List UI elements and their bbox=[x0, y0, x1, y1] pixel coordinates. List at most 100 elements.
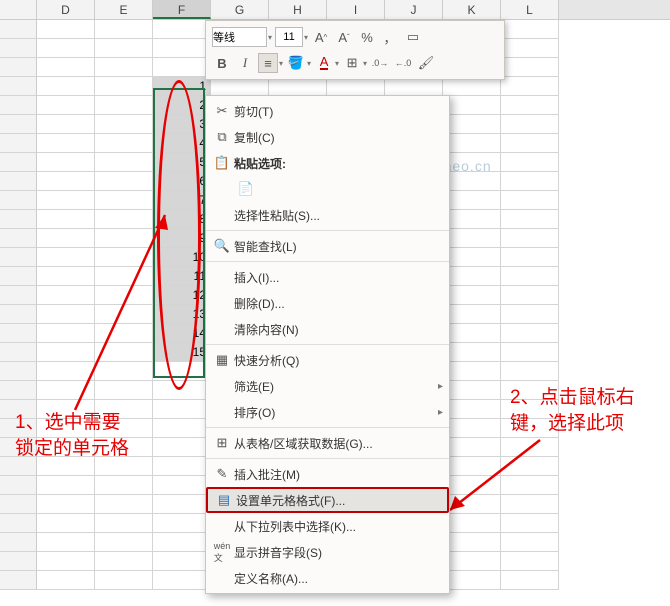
cell[interactable] bbox=[95, 495, 153, 514]
cell[interactable] bbox=[443, 400, 501, 419]
cell[interactable] bbox=[443, 248, 501, 267]
cell[interactable] bbox=[37, 115, 95, 134]
menu-format-cells[interactable]: ▤设置单元格格式(F)... bbox=[206, 487, 449, 513]
cell[interactable] bbox=[95, 115, 153, 134]
cell[interactable]: 14 bbox=[153, 324, 211, 343]
cell[interactable] bbox=[501, 20, 559, 39]
cell[interactable] bbox=[501, 533, 559, 552]
cell[interactable] bbox=[95, 58, 153, 77]
col-header-G[interactable]: G bbox=[211, 0, 269, 19]
cell[interactable] bbox=[443, 267, 501, 286]
cell[interactable] bbox=[443, 571, 501, 590]
cell[interactable] bbox=[501, 362, 559, 381]
cell[interactable]: 7 bbox=[153, 191, 211, 210]
menu-clear[interactable]: 清除内容(N) bbox=[206, 316, 449, 342]
cell[interactable] bbox=[95, 39, 153, 58]
cell[interactable] bbox=[443, 210, 501, 229]
percent-icon[interactable]: % bbox=[357, 27, 377, 47]
cell[interactable]: 6 bbox=[153, 172, 211, 191]
cell[interactable] bbox=[37, 571, 95, 590]
col-header-I[interactable]: I bbox=[327, 0, 385, 19]
cell[interactable] bbox=[37, 58, 95, 77]
cell[interactable] bbox=[37, 514, 95, 533]
font-select[interactable] bbox=[212, 27, 267, 47]
cell[interactable] bbox=[443, 343, 501, 362]
increase-font-icon[interactable]: A^ bbox=[311, 27, 331, 47]
cell[interactable] bbox=[443, 495, 501, 514]
cell[interactable] bbox=[37, 286, 95, 305]
cell[interactable] bbox=[443, 476, 501, 495]
cell[interactable] bbox=[95, 305, 153, 324]
cell[interactable] bbox=[37, 39, 95, 58]
cell[interactable] bbox=[501, 153, 559, 172]
cell[interactable] bbox=[95, 571, 153, 590]
menu-insert-comment[interactable]: ✎插入批注(M) bbox=[206, 461, 449, 487]
cell[interactable] bbox=[501, 115, 559, 134]
cell[interactable] bbox=[37, 134, 95, 153]
cell[interactable] bbox=[37, 552, 95, 571]
menu-insert[interactable]: 插入(I)... bbox=[206, 264, 449, 290]
cell[interactable] bbox=[501, 476, 559, 495]
cell[interactable]: 2 bbox=[153, 96, 211, 115]
cell[interactable] bbox=[95, 20, 153, 39]
menu-paste-special[interactable]: 选择性粘贴(S)... bbox=[206, 202, 449, 228]
align-icon[interactable]: ≡ bbox=[258, 53, 278, 73]
cell[interactable] bbox=[37, 210, 95, 229]
menu-cut[interactable]: ✂剪切(T) bbox=[206, 98, 449, 124]
cell[interactable] bbox=[95, 134, 153, 153]
cell[interactable] bbox=[443, 191, 501, 210]
cell[interactable] bbox=[443, 362, 501, 381]
cell[interactable] bbox=[443, 457, 501, 476]
cell[interactable] bbox=[95, 191, 153, 210]
cell[interactable] bbox=[37, 20, 95, 39]
cell[interactable] bbox=[95, 248, 153, 267]
cell[interactable] bbox=[443, 324, 501, 343]
cell[interactable] bbox=[501, 438, 559, 457]
cell[interactable] bbox=[501, 134, 559, 153]
cell[interactable] bbox=[153, 533, 211, 552]
cell[interactable] bbox=[153, 20, 211, 39]
cell[interactable] bbox=[37, 362, 95, 381]
menu-delete[interactable]: 删除(D)... bbox=[206, 290, 449, 316]
cell[interactable]: 11 bbox=[153, 267, 211, 286]
cell[interactable] bbox=[501, 172, 559, 191]
cell[interactable] bbox=[95, 96, 153, 115]
col-header-F[interactable]: F bbox=[153, 0, 211, 19]
cell[interactable] bbox=[95, 343, 153, 362]
cell[interactable] bbox=[37, 343, 95, 362]
cell[interactable] bbox=[443, 533, 501, 552]
cell[interactable] bbox=[501, 552, 559, 571]
cell[interactable] bbox=[501, 229, 559, 248]
cell[interactable] bbox=[443, 419, 501, 438]
cell[interactable] bbox=[95, 476, 153, 495]
cell[interactable] bbox=[501, 305, 559, 324]
cell[interactable] bbox=[95, 514, 153, 533]
cell[interactable] bbox=[153, 514, 211, 533]
decimal-inc-icon[interactable]: .0→ bbox=[370, 53, 390, 73]
cell[interactable] bbox=[37, 77, 95, 96]
cell[interactable] bbox=[37, 533, 95, 552]
cell[interactable] bbox=[153, 571, 211, 590]
cell[interactable]: 3 bbox=[153, 115, 211, 134]
cell[interactable] bbox=[501, 514, 559, 533]
cell[interactable] bbox=[443, 229, 501, 248]
cell[interactable]: 12 bbox=[153, 286, 211, 305]
cell[interactable] bbox=[153, 552, 211, 571]
menu-sort[interactable]: 排序(O)▸ bbox=[206, 399, 449, 425]
format-painter-icon[interactable]: 🖌 bbox=[416, 53, 436, 73]
menu-from-dropdown[interactable]: 从下拉列表中选择(K)... bbox=[206, 513, 449, 539]
cell[interactable] bbox=[501, 286, 559, 305]
cell[interactable] bbox=[153, 438, 211, 457]
menu-define-name[interactable]: 定义名称(A)... bbox=[206, 565, 449, 591]
cell[interactable] bbox=[443, 286, 501, 305]
cell[interactable] bbox=[501, 267, 559, 286]
cell[interactable] bbox=[501, 58, 559, 77]
cell[interactable] bbox=[95, 172, 153, 191]
menu-filter[interactable]: 筛选(E)▸ bbox=[206, 373, 449, 399]
cell[interactable] bbox=[443, 514, 501, 533]
fontsize-select[interactable] bbox=[275, 27, 303, 47]
cell[interactable] bbox=[501, 191, 559, 210]
bold-icon[interactable]: B bbox=[212, 53, 232, 73]
cell[interactable] bbox=[95, 381, 153, 400]
comma-icon[interactable]: ， bbox=[380, 27, 400, 47]
